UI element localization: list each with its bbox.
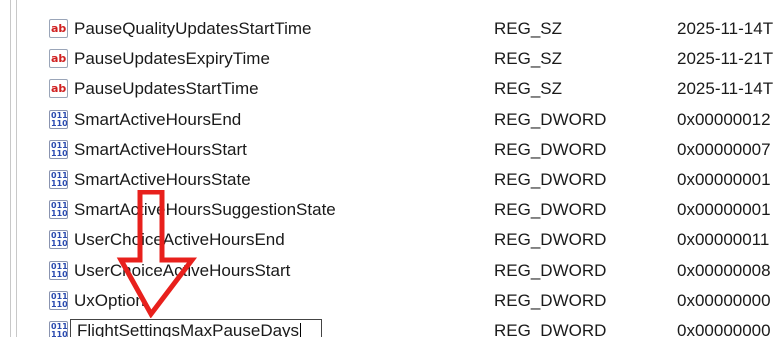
- registry-value-row[interactable]: ab PauseUpdatesExpiryTime REG_SZ 2025-11-21…: [34, 44, 776, 74]
- registry-value-row[interactable]: 011 110 SmartActiveHoursEnd REG_DWORD 0x0000…: [34, 105, 776, 135]
- registry-value-row[interactable]: ab PauseQualityUpdatesStartTime REG_SZ 2025…: [34, 14, 776, 44]
- value-type: REG_DWORD: [494, 170, 607, 189]
- value-data: 0x00000000: [677, 290, 771, 310]
- value-data: 0x00000012: [677, 109, 771, 129]
- value-type: REG_DWORD: [494, 230, 607, 250]
- value-data: 2025-11-21T: [677, 49, 774, 69]
- value-name: PauseQualityUpdatesStartTime: [74, 19, 312, 38]
- value-name: SmartActiveHoursState: [74, 170, 251, 189]
- dword-value-icon: 011 110: [49, 321, 68, 337]
- value-type: REG_DWORD: [494, 139, 607, 159]
- dword-value-icon: 011 110: [49, 200, 68, 220]
- dword-value-icon: 011 110: [49, 139, 68, 159]
- tree-pane-border-outer: [10, 0, 11, 337]
- value-name: PauseUpdatesExpiryTime: [74, 49, 270, 69]
- value-type: REG_DWORD: [494, 290, 607, 310]
- red-arrow-annotation: [116, 190, 198, 318]
- value-data: 0x00000011: [677, 230, 770, 250]
- registry-value-row[interactable]: ab PauseUpdatesStartTime REG_SZ 2025-11-14T: [34, 74, 776, 104]
- rename-value-text: FlightSettingsMaxPauseDays: [77, 321, 300, 337]
- value-data: 0x00000000: [677, 321, 771, 337]
- string-value-icon: ab: [49, 49, 68, 69]
- registry-value-row-editing[interactable]: 011 110 FlightSettingsMaxPauseDays REG_DWOR…: [34, 316, 776, 337]
- value-data: 2025-11-14T: [677, 19, 774, 38]
- tree-pane-edge: [0, 0, 34, 337]
- value-type: REG_DWORD: [494, 109, 607, 129]
- value-type: REG_SZ: [494, 19, 563, 38]
- value-data: 0x00000008: [677, 260, 771, 280]
- tree-pane-border-inner: [16, 0, 17, 337]
- value-type: REG_DWORD: [494, 260, 607, 280]
- value-type: REG_SZ: [494, 79, 563, 99]
- string-value-icon: ab: [49, 19, 68, 38]
- value-data: 0x00000007: [677, 139, 771, 159]
- registry-value-row[interactable]: 011 110 SmartActiveHoursStart REG_DWORD 0x00…: [34, 135, 776, 165]
- value-name: SmartActiveHoursSuggestionState: [74, 200, 336, 220]
- value-type: REG_SZ: [494, 49, 563, 69]
- dword-value-icon: 011 110: [49, 170, 68, 189]
- dword-value-icon: 011 110: [49, 109, 68, 129]
- value-data: 0x00000001: [677, 170, 771, 189]
- value-name: SmartActiveHoursStart: [74, 139, 247, 159]
- value-data: 2025-11-14T: [677, 79, 774, 99]
- dword-value-icon: 011 110: [49, 260, 68, 280]
- rename-value-input[interactable]: FlightSettingsMaxPauseDays: [70, 319, 322, 337]
- dword-value-icon: 011 110: [49, 290, 68, 310]
- value-type: REG_DWORD: [494, 321, 607, 337]
- value-name: PauseUpdatesStartTime: [74, 79, 259, 99]
- value-type: REG_DWORD: [494, 200, 607, 220]
- string-value-icon: ab: [49, 79, 68, 99]
- value-data: 0x00000001: [677, 200, 771, 220]
- text-caret: [300, 323, 301, 337]
- value-name: SmartActiveHoursEnd: [74, 109, 242, 129]
- dword-value-icon: 011 110: [49, 230, 68, 250]
